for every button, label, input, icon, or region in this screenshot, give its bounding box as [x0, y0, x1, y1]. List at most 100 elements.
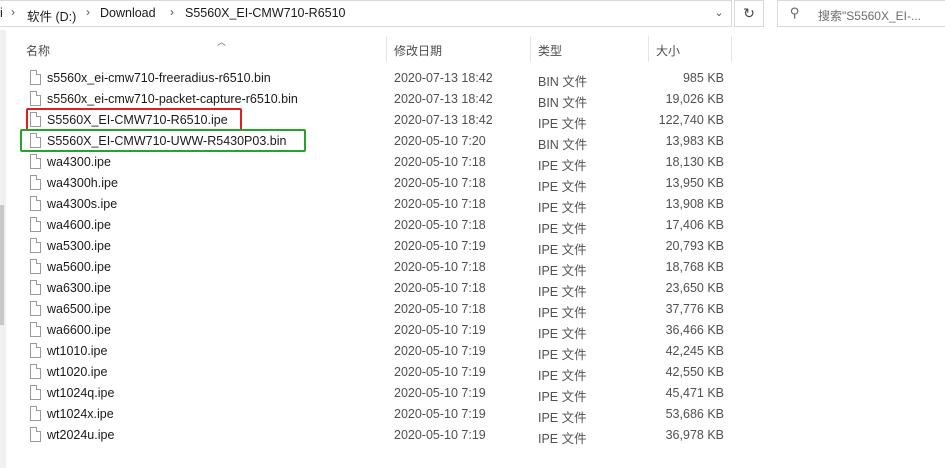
- file-date: 2020-05-10 7:19: [394, 323, 486, 337]
- file-row[interactable]: s5560x_ei-cmw710-packet-capture-r6510.bi…: [0, 89, 945, 110]
- file-type: IPE 文件: [538, 306, 587, 320]
- refresh-button[interactable]: ↻: [734, 0, 764, 27]
- file-name: wt1010.ipe: [47, 344, 108, 358]
- column-divider[interactable]: [530, 36, 531, 62]
- file-date: 2020-05-10 7:19: [394, 365, 486, 379]
- file-size: 42,550 KB: [665, 365, 724, 379]
- file-size: 985 KB: [682, 71, 724, 85]
- file-name: wt1024x.ipe: [47, 407, 114, 421]
- file-name: wa4600.ipe: [47, 218, 111, 232]
- file-name: wa5300.ipe: [47, 239, 111, 253]
- file-size: 17,406 KB: [665, 218, 724, 232]
- column-divider[interactable]: [386, 36, 387, 62]
- file-type: IPE 文件: [538, 243, 587, 257]
- breadcrumb-current-folder[interactable]: S5560X_EI-CMW710-R6510: [185, 6, 346, 20]
- address-bar[interactable]: i › 软件 (D:) › Download › S5560X_EI-CMW71…: [0, 0, 732, 27]
- file-type: BIN 文件: [538, 138, 588, 152]
- file-date: 2020-05-10 7:19: [394, 407, 486, 421]
- file-row[interactable]: wa6600.ipe 2020-05-10 7:19 IPE 文件 36,466 KB: [0, 320, 945, 341]
- file-size: 20,793 KB: [665, 239, 724, 253]
- file-size: 23,650 KB: [665, 281, 724, 295]
- file-icon: [30, 217, 41, 232]
- file-type: IPE 文件: [538, 264, 587, 278]
- file-type: IPE 文件: [538, 390, 587, 404]
- column-header-name[interactable]: 名称: [26, 42, 50, 59]
- file-type: BIN 文件: [538, 75, 588, 89]
- file-size: 122,740 KB: [658, 113, 724, 127]
- toolbar: i › 软件 (D:) › Download › S5560X_EI-CMW71…: [0, 0, 945, 30]
- file-name: s5560x_ei-cmw710-freeradius-r6510.bin: [47, 71, 271, 85]
- file-date: 2020-05-10 7:18: [394, 302, 486, 316]
- file-date: 2020-05-10 7:18: [394, 281, 486, 295]
- file-name: wa6600.ipe: [47, 323, 111, 337]
- file-icon: [30, 301, 41, 316]
- file-row[interactable]: wa4600.ipe 2020-05-10 7:18 IPE 文件 17,406 KB: [0, 215, 945, 236]
- file-icon: [30, 427, 41, 442]
- file-icon: [30, 280, 41, 295]
- file-type: IPE 文件: [538, 327, 587, 341]
- breadcrumb-partial[interactable]: i: [0, 6, 3, 20]
- file-size: 36,466 KB: [665, 323, 724, 337]
- file-date: 2020-05-10 7:19: [394, 428, 486, 442]
- file-name: wa5600.ipe: [47, 260, 111, 274]
- file-row[interactable]: wa4300s.ipe 2020-05-10 7:18 IPE 文件 13,908 K…: [0, 194, 945, 215]
- file-row[interactable]: wa5300.ipe 2020-05-10 7:19 IPE 文件 20,793 KB: [0, 236, 945, 257]
- file-size: 13,983 KB: [665, 134, 724, 148]
- refresh-icon: ↻: [743, 5, 755, 21]
- search-icon: ⚲: [790, 5, 800, 20]
- file-date: 2020-05-10 7:19: [394, 386, 486, 400]
- file-size: 13,908 KB: [665, 197, 724, 211]
- file-date: 2020-07-13 18:42: [394, 71, 493, 85]
- chevron-right-icon[interactable]: ›: [11, 5, 15, 19]
- file-date: 2020-07-13 18:42: [394, 113, 493, 127]
- column-divider[interactable]: [731, 36, 732, 62]
- file-row[interactable]: wa6500.ipe 2020-05-10 7:18 IPE 文件 37,776 KB: [0, 299, 945, 320]
- file-type: IPE 文件: [538, 369, 587, 383]
- file-name: s5560x_ei-cmw710-packet-capture-r6510.bi…: [47, 92, 298, 106]
- file-row[interactable]: wt1010.ipe 2020-05-10 7:19 IPE 文件 42,245 KB: [0, 341, 945, 362]
- file-size: 18,768 KB: [665, 260, 724, 274]
- file-name: wa4300h.ipe: [47, 176, 118, 190]
- file-size: 37,776 KB: [665, 302, 724, 316]
- file-row[interactable]: wt1020.ipe 2020-05-10 7:19 IPE 文件 42,550 KB: [0, 362, 945, 383]
- file-name: wa6300.ipe: [47, 281, 111, 295]
- column-header: ︿ 名称 修改日期 类型 大小: [19, 36, 735, 62]
- column-header-type[interactable]: 类型: [538, 42, 562, 59]
- chevron-right-icon[interactable]: ›: [86, 5, 90, 19]
- highlight-box: [20, 129, 306, 152]
- chevron-down-icon[interactable]: ⌄: [709, 6, 729, 24]
- file-name: wa6500.ipe: [47, 302, 111, 316]
- column-divider[interactable]: [648, 36, 649, 62]
- column-header-date[interactable]: 修改日期: [394, 42, 442, 59]
- search-input[interactable]: ⚲ 搜索"S5560X_EI-...: [777, 0, 945, 27]
- file-date: 2020-05-10 7:20: [394, 134, 486, 148]
- file-row[interactable]: wa6300.ipe 2020-05-10 7:18 IPE 文件 23,650 KB: [0, 278, 945, 299]
- file-type: IPE 文件: [538, 117, 587, 131]
- file-icon: [30, 385, 41, 400]
- file-row[interactable]: wt1024x.ipe 2020-05-10 7:19 IPE 文件 53,686 K…: [0, 404, 945, 425]
- chevron-right-icon[interactable]: ›: [170, 5, 174, 19]
- file-icon: [30, 91, 41, 106]
- file-date: 2020-05-10 7:18: [394, 176, 486, 190]
- file-row[interactable]: wa5600.ipe 2020-05-10 7:18 IPE 文件 18,768 KB: [0, 257, 945, 278]
- breadcrumb-drive[interactable]: 软件 (D:): [27, 6, 76, 25]
- file-row[interactable]: s5560x_ei-cmw710-freeradius-r6510.bin 202…: [0, 68, 945, 89]
- file-type: IPE 文件: [538, 285, 587, 299]
- file-type: IPE 文件: [538, 222, 587, 236]
- file-name: wt2024u.ipe: [47, 428, 115, 442]
- file-row[interactable]: wa4300.ipe 2020-05-10 7:18 IPE 文件 18,130 KB: [0, 152, 945, 173]
- file-icon: [30, 196, 41, 211]
- file-icon: [30, 259, 41, 274]
- file-row[interactable]: wt2024u.ipe 2020-05-10 7:19 IPE 文件 36,978 K…: [0, 425, 945, 446]
- file-icon: [30, 406, 41, 421]
- column-header-size[interactable]: 大小: [656, 42, 680, 59]
- file-date: 2020-05-10 7:18: [394, 197, 486, 211]
- file-name: wt1020.ipe: [47, 365, 108, 379]
- file-icon: [30, 343, 41, 358]
- file-icon: [30, 175, 41, 190]
- file-date: 2020-05-10 7:18: [394, 260, 486, 274]
- breadcrumb-download[interactable]: Download: [100, 6, 156, 20]
- file-row[interactable]: wt1024q.ipe 2020-05-10 7:19 IPE 文件 45,471 K…: [0, 383, 945, 404]
- file-row[interactable]: wa4300h.ipe 2020-05-10 7:18 IPE 文件 13,950 K…: [0, 173, 945, 194]
- search-placeholder: 搜索"S5560X_EI-...: [818, 9, 921, 23]
